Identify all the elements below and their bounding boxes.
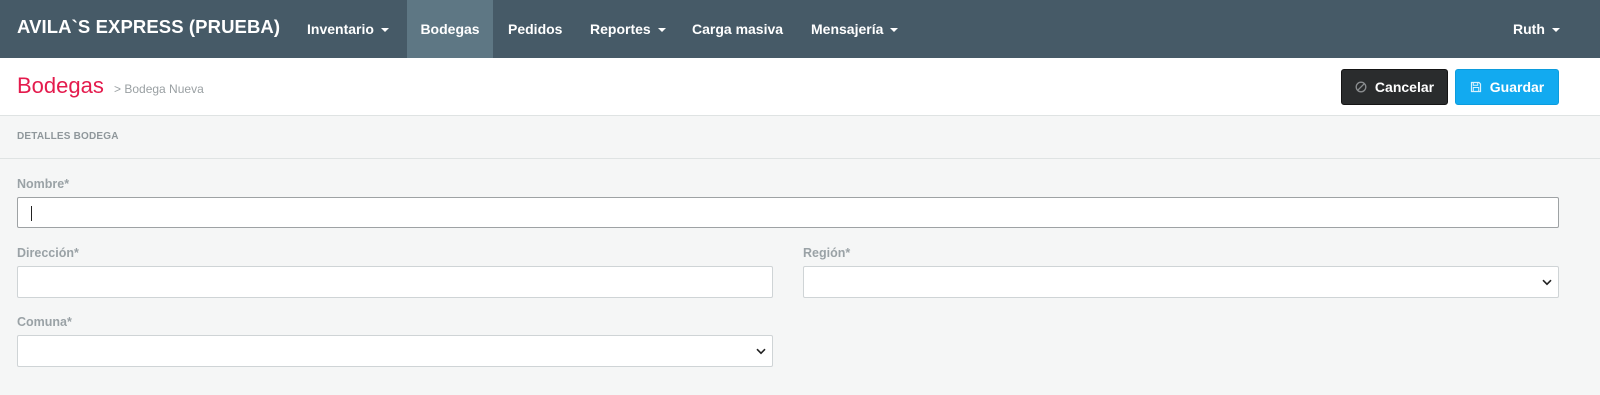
caret-down-icon	[380, 27, 389, 32]
nav-item-bodegas[interactable]: Bodegas	[407, 0, 493, 58]
nombre-label: Nombre*	[17, 177, 70, 191]
nav-item-label: Bodegas	[420, 21, 480, 37]
nombre-input[interactable]	[17, 197, 1559, 228]
nav-item-pedidos[interactable]: Pedidos	[508, 0, 562, 58]
nav-item-label: Carga masiva	[692, 21, 784, 37]
caret-down-icon	[890, 27, 899, 32]
text-cursor	[31, 206, 32, 221]
comuna-label: Comuna*	[17, 315, 72, 329]
direccion-label: Dirección*	[17, 246, 79, 260]
direccion-input[interactable]	[17, 266, 773, 298]
region-label: Región*	[803, 246, 851, 260]
floppy-disk-icon	[1470, 81, 1482, 93]
page-title: Bodegas	[17, 73, 104, 98]
section-title: DETALLES BODEGA	[17, 131, 119, 142]
save-button[interactable]: Guardar	[1455, 69, 1559, 105]
cancel-button[interactable]: Cancelar	[1341, 69, 1448, 105]
comuna-select[interactable]	[17, 335, 773, 367]
nav-item-label: Pedidos	[508, 21, 563, 37]
caret-down-icon	[657, 27, 666, 32]
brand-title[interactable]: AVILA`S EXPRESS (PRUEBA)	[17, 16, 280, 38]
nav-item-label: Reportes	[590, 21, 651, 37]
nav-item-carga-masiva[interactable]: Carga masiva	[692, 0, 783, 58]
top-navbar: AVILA`S EXPRESS (PRUEBA) Inventario Bode…	[0, 0, 1600, 58]
ban-icon	[1355, 81, 1367, 93]
chevron-down-icon	[1542, 277, 1552, 287]
save-button-label: Guardar	[1489, 79, 1545, 95]
user-menu[interactable]: Ruth	[1513, 0, 1560, 58]
nav-item-reportes[interactable]: Reportes	[590, 0, 666, 58]
region-select[interactable]	[803, 266, 1559, 298]
nav-item-inventario[interactable]: Inventario	[307, 0, 389, 58]
user-name: Ruth	[1513, 21, 1545, 37]
nav-item-label: Mensajería	[811, 21, 884, 37]
chevron-down-icon	[756, 346, 766, 356]
nav-item-mensajeria[interactable]: Mensajería	[811, 0, 899, 58]
section-divider	[0, 158, 1600, 159]
page-header: Bodegas > Bodega Nueva Cancelar Guardar	[0, 58, 1600, 116]
caret-down-icon	[1551, 27, 1560, 32]
cancel-button-label: Cancelar	[1374, 79, 1435, 95]
breadcrumb: > Bodega Nueva	[114, 82, 204, 96]
nav-item-label: Inventario	[307, 21, 374, 37]
